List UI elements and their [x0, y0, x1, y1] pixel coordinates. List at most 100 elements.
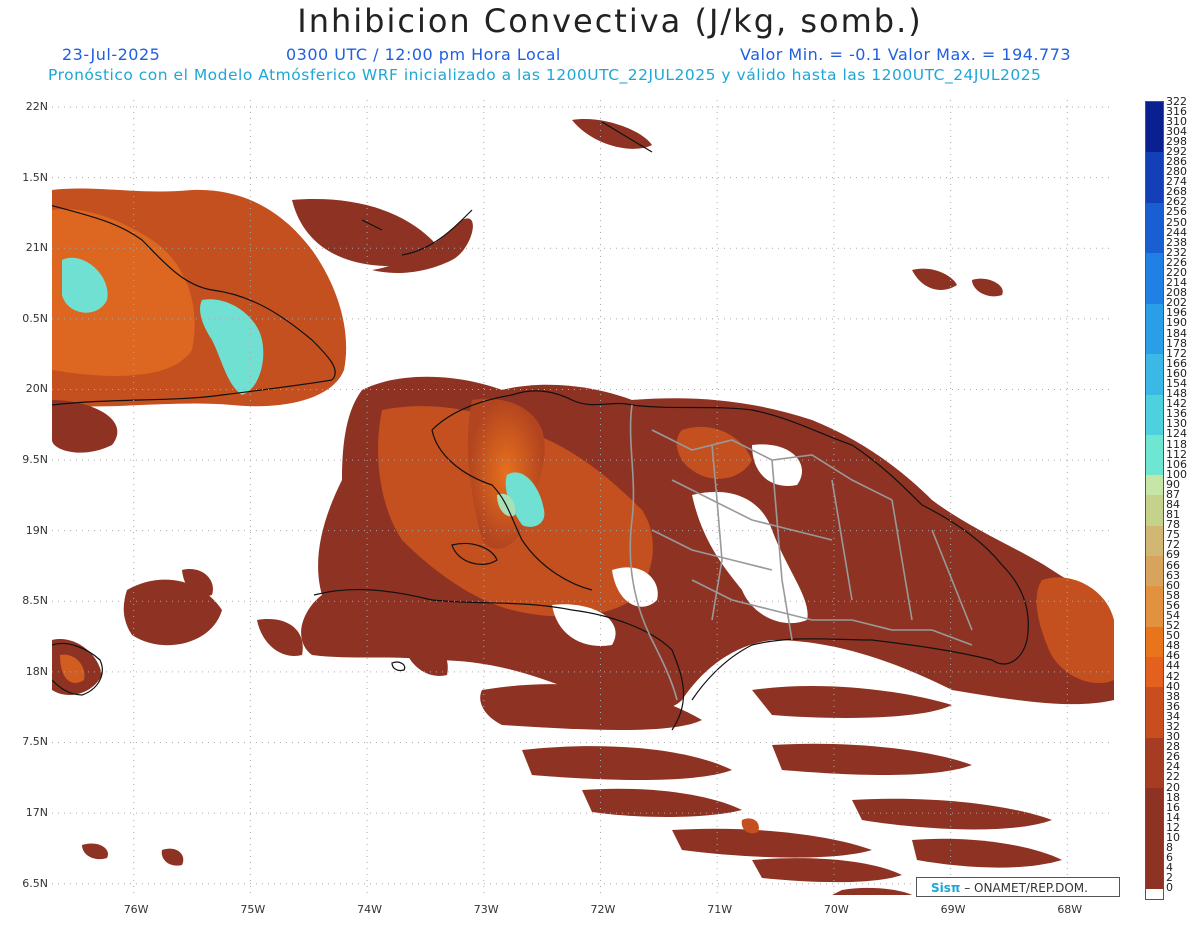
lon-label: 73W	[473, 903, 499, 916]
colorbar-segment	[1146, 747, 1163, 759]
colorbar-segment	[1146, 303, 1163, 315]
colorbar-segment	[1146, 838, 1163, 850]
colorbar-segment	[1146, 202, 1163, 214]
colorbar-segment	[1146, 858, 1163, 870]
colorbar-segment	[1146, 253, 1163, 264]
field-band4	[522, 746, 732, 780]
field-band9	[752, 858, 902, 883]
colorbar-segment	[1146, 798, 1163, 809]
lat-label: 17N	[25, 806, 48, 820]
colorbar-label: 0	[1166, 881, 1173, 895]
colorbar-segment	[1146, 263, 1163, 274]
colorbar-segment	[1146, 697, 1163, 708]
colorbar-segment	[1146, 434, 1163, 446]
map-svg	[52, 100, 1114, 895]
colorbar-segment	[1146, 394, 1163, 406]
colorbar-segment	[1146, 152, 1163, 164]
field-band12	[257, 619, 303, 656]
colorbar-segment	[1146, 162, 1163, 174]
colorbar-segment	[1146, 576, 1163, 587]
lat-label: 19N	[25, 523, 48, 537]
colorbar-segment	[1146, 515, 1163, 527]
field-band5	[772, 743, 972, 775]
colorbar-segment	[1146, 626, 1163, 638]
colorbar-segment	[1146, 475, 1163, 486]
colorbar-segment	[1146, 717, 1163, 728]
colorbar-segment	[1146, 636, 1163, 648]
colorbar-segment	[1146, 878, 1163, 890]
lon-label: 70W	[823, 903, 849, 916]
field-cuba-dark	[52, 400, 118, 453]
colorbar-segment	[1146, 888, 1163, 900]
field-dot3	[161, 848, 184, 866]
colorbar-segment	[1146, 465, 1163, 476]
field-band8	[672, 828, 872, 858]
colorbar-segment	[1146, 384, 1163, 396]
map-panel[interactable]	[52, 100, 1114, 895]
colorbar-segment	[1146, 334, 1163, 345]
colorbar-segment	[1146, 818, 1163, 829]
colorbar-segment	[1146, 273, 1163, 285]
colorbar-segment	[1146, 828, 1163, 839]
colorbar-segment	[1146, 727, 1163, 739]
colorbar-segment	[1146, 414, 1163, 426]
field-band6	[852, 798, 1052, 830]
colorbar-segment	[1146, 767, 1163, 779]
colorbar-segment	[1146, 404, 1163, 416]
lat-label: 6.5N	[22, 876, 48, 890]
colorbar-segment	[1146, 666, 1163, 678]
colorbar-segment	[1146, 737, 1163, 749]
field-band3	[752, 685, 952, 718]
colorbar-segment	[1146, 848, 1163, 860]
colorbar-segment	[1146, 757, 1163, 769]
lat-label: 21N	[25, 241, 48, 255]
colorbar-segment	[1146, 495, 1163, 507]
date-label: 23-Jul-2025	[62, 45, 161, 64]
colorbar-segment	[1146, 182, 1163, 194]
colorbar-segment	[1146, 808, 1163, 819]
colorbar-segment	[1146, 777, 1163, 789]
colorbar-segment	[1146, 293, 1163, 305]
lat-label: 8.5N	[22, 594, 48, 608]
colorbar-segment	[1146, 132, 1163, 143]
lon-label: 75W	[240, 903, 266, 916]
colorbar-segment	[1146, 687, 1163, 698]
min-max-label: Valor Min. = -0.1 Valor Max. = 194.773	[740, 45, 1072, 64]
colorbar-segment	[1146, 545, 1163, 557]
colorbar-segment	[1146, 535, 1163, 547]
field-dot2	[82, 843, 108, 860]
colorbar-segment	[1146, 677, 1163, 688]
colorbar-segment	[1146, 656, 1163, 668]
credit-box: Sisπ – ONAMET/REP.DOM.	[916, 877, 1120, 897]
colorbar-segment	[1146, 172, 1163, 184]
time-label: 0300 UTC / 12:00 pm Hora Local	[286, 45, 561, 64]
colorbar-segment	[1146, 455, 1163, 466]
colorbar-segment	[1146, 374, 1163, 385]
lat-label: 0.5N	[22, 311, 48, 325]
coast-navassa	[391, 661, 406, 672]
colorbar-segment	[1146, 596, 1163, 607]
lon-label: 76W	[123, 903, 149, 916]
colorbar-segment	[1146, 243, 1163, 254]
lat-label: 1.5N	[22, 170, 48, 184]
credit-text: – ONAMET/REP.DOM.	[964, 881, 1088, 895]
cin-field	[52, 119, 1114, 895]
colorbar-segment	[1146, 505, 1163, 517]
lon-label: 72W	[590, 903, 616, 916]
colorbar-segment	[1146, 606, 1163, 617]
colorbar-segment	[1146, 344, 1163, 355]
colorbar-segment	[1146, 142, 1163, 153]
colorbar-segment	[1146, 283, 1163, 295]
lon-label: 71W	[707, 903, 733, 916]
lat-label: 9.5N	[22, 453, 48, 467]
colorbar	[1145, 101, 1164, 900]
lat-label: 22N	[25, 100, 48, 114]
lat-label: 7.5N	[22, 735, 48, 749]
colorbar-segment	[1146, 707, 1163, 718]
colorbar-segment	[1146, 233, 1163, 244]
colorbar-segment	[1146, 445, 1163, 456]
field-band10	[912, 838, 1062, 868]
colorbar-segment	[1146, 616, 1163, 628]
colorbar-segment	[1146, 364, 1163, 375]
colorbar-segment	[1146, 122, 1163, 133]
